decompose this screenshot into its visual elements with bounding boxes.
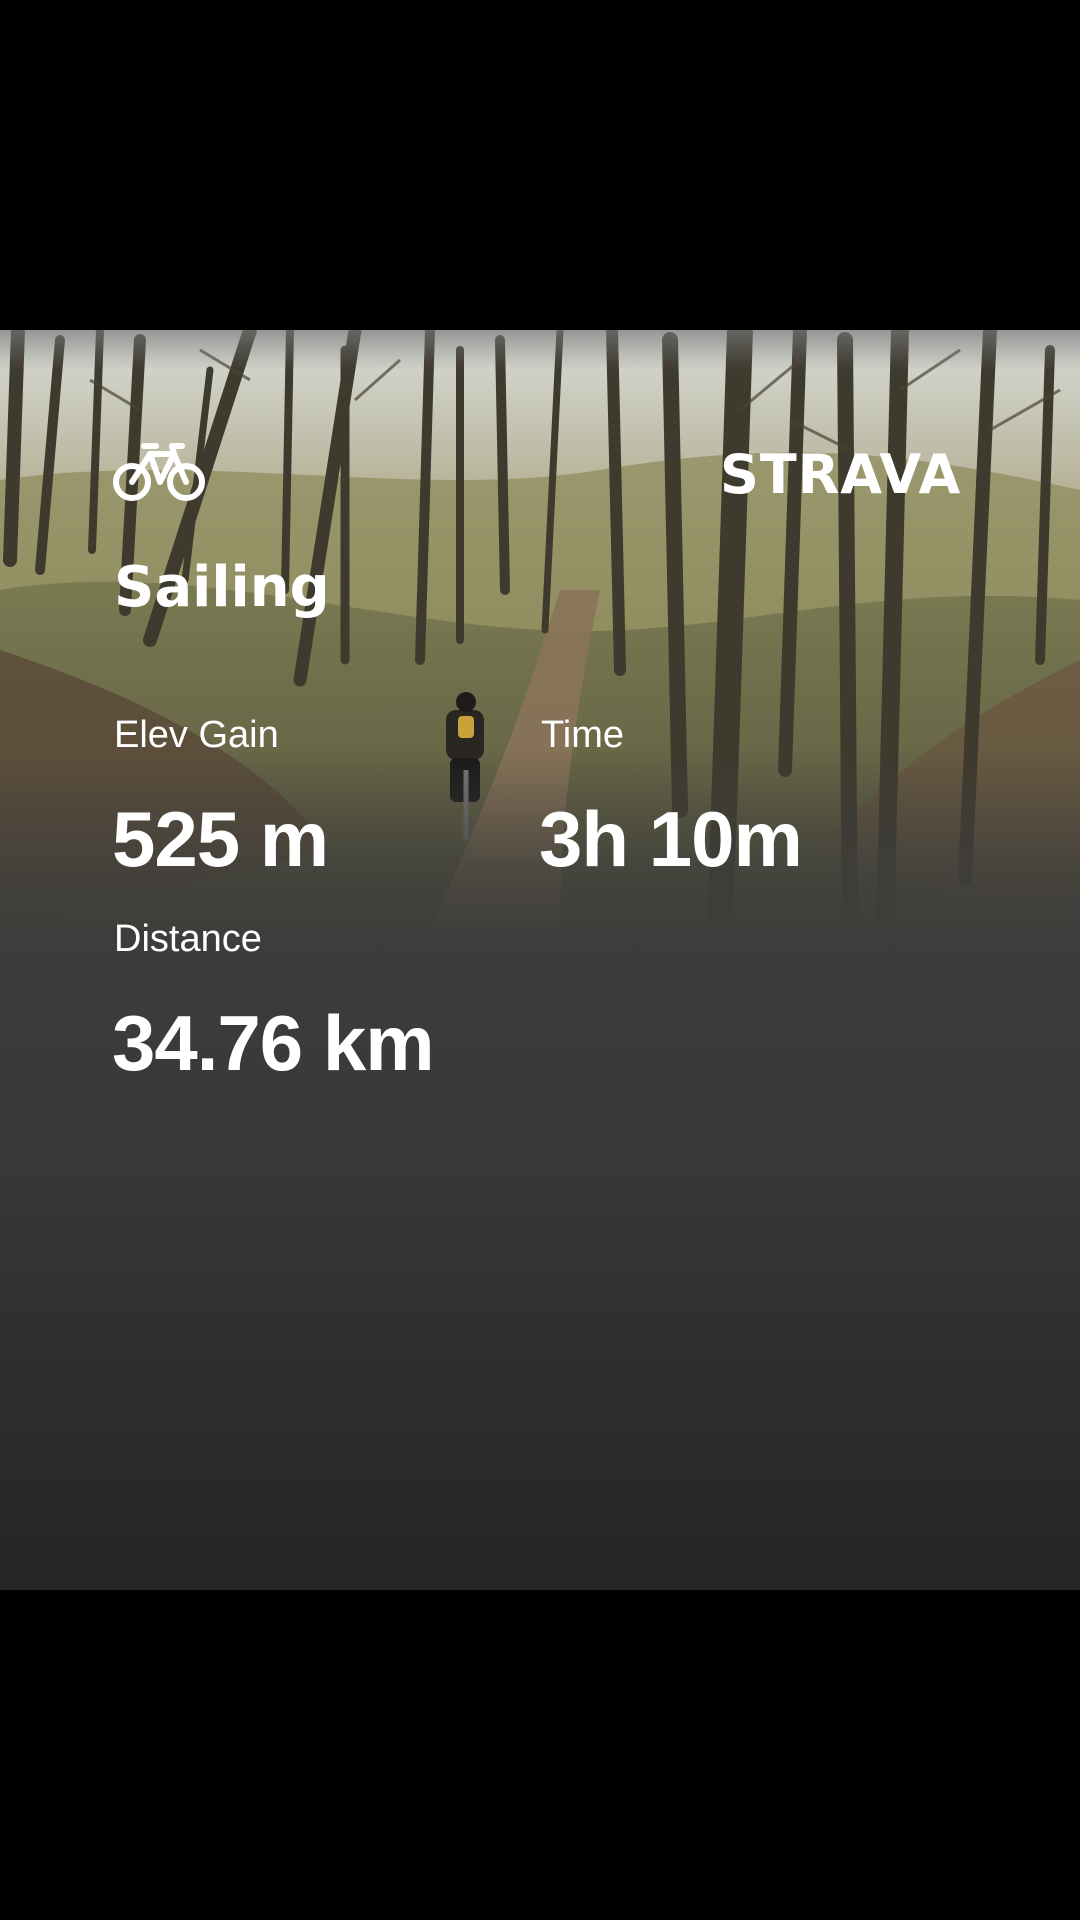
photo-top-fade bbox=[0, 330, 1080, 370]
activity-share-card bbox=[0, 330, 1080, 1590]
elev-gain-label: Elev Gain bbox=[114, 714, 279, 756]
bicycle-icon bbox=[113, 443, 205, 501]
elev-gain-value: 525 m bbox=[112, 795, 329, 883]
strava-logo: STRAVA bbox=[720, 443, 962, 506]
bottom-letterbox bbox=[0, 1590, 1080, 1920]
top-letterbox bbox=[0, 0, 1080, 330]
distance-label: Distance bbox=[114, 918, 262, 960]
time-label: Time bbox=[541, 714, 625, 756]
activity-title: Sailing bbox=[114, 555, 330, 620]
distance-value: 34.76 km bbox=[112, 999, 435, 1087]
time-value: 3h 10m bbox=[539, 795, 803, 883]
